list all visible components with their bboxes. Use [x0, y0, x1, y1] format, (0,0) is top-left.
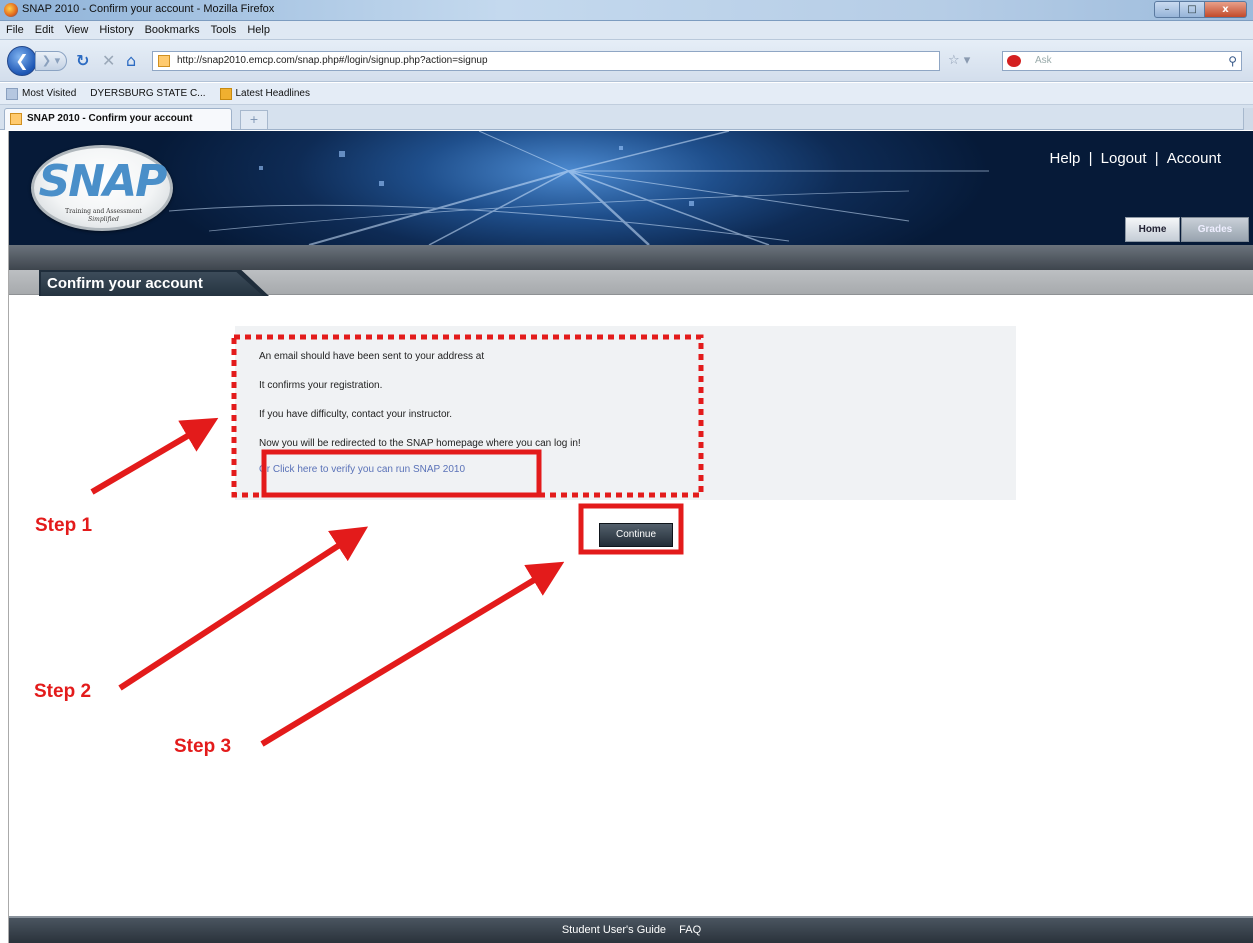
window-controls: – □ x	[1154, 1, 1247, 18]
faq-link[interactable]: FAQ	[679, 924, 701, 936]
site-favicon	[158, 55, 170, 67]
logout-link[interactable]: Logout	[1101, 150, 1147, 167]
bookmark-dyersburg[interactable]: DYERSBURG STATE C...	[8, 88, 206, 226]
bookmark-label: Latest Headlines	[235, 88, 311, 99]
home-icon[interactable]: ⌂	[126, 51, 136, 71]
separator: |	[1154, 150, 1159, 167]
menu-history[interactable]: History	[99, 24, 133, 36]
separator: |	[1088, 150, 1093, 167]
message-email-sent: An email should have been sent to your a…	[259, 351, 485, 362]
logo-tagline-2: Simplified	[88, 216, 119, 223]
url-bar[interactable]: http://snap2010.emcp.com/snap.php#/login…	[152, 51, 940, 71]
verify-link[interactable]: Click here to verify you can run SNAP 20…	[273, 464, 465, 475]
forward-icon[interactable]: ❯ ▾	[35, 51, 67, 71]
page-title: Confirm your account	[41, 272, 263, 296]
reload-icon[interactable]: ↻	[76, 51, 89, 71]
tab-scroll-button[interactable]	[1243, 108, 1253, 130]
bookmark-label: Most Visited	[22, 88, 77, 99]
step2-label: Step 2	[34, 681, 92, 702]
student-guide-link[interactable]: Student User's Guide	[562, 924, 666, 936]
bookmark-folder-icon	[6, 87, 18, 100]
browser-window: SNAP 2010 - Confirm your account - Mozil…	[0, 0, 1253, 943]
menu-bookmarks[interactable]: Bookmarks	[145, 24, 200, 36]
window-title: SNAP 2010 - Confirm your account - Mozil…	[22, 3, 275, 15]
minimize-button[interactable]: –	[1154, 1, 1180, 18]
header-light-rays	[168, 131, 989, 245]
step3-label: Step 3	[174, 736, 232, 757]
menu-help[interactable]: Help	[247, 24, 270, 36]
close-button[interactable]: x	[1205, 1, 1247, 18]
message-difficulty: If you have difficulty, contact your ins…	[259, 409, 453, 420]
title-bar: SNAP 2010 - Confirm your account - Mozil…	[0, 0, 1253, 21]
tab-title: SNAP 2010 - Confirm your account	[27, 113, 193, 124]
snap-logo[interactable]: SNAP Training and Assessment Simplified	[31, 145, 173, 231]
back-icon[interactable]: ❮	[7, 46, 37, 76]
navigation-toolbar: ❮ ❯ ▾ ↻ ✕ ⌂ http://snap2010.emcp.com/sna…	[0, 40, 1253, 82]
verify-prefix: Or	[259, 464, 271, 475]
menu-file[interactable]: File	[6, 24, 24, 36]
stop-icon[interactable]: ✕	[102, 51, 115, 71]
nav-tab-home[interactable]: Home	[1125, 217, 1180, 242]
bookmark-label: DYERSBURG STATE C...	[90, 88, 206, 99]
firefox-icon	[4, 3, 18, 17]
menu-tools[interactable]: Tools	[211, 24, 237, 36]
search-icon[interactable]: ⚲	[1228, 52, 1237, 70]
step1-label: Step 1	[35, 515, 93, 536]
ask-engine-icon[interactable]	[1007, 55, 1021, 67]
logo-tagline: Training and Assessment	[65, 208, 142, 215]
menu-view[interactable]: View	[65, 24, 89, 36]
header-divider-band	[9, 245, 1253, 270]
web-page: SNAP Training and Assessment Simplified …	[8, 131, 1253, 943]
menu-bar: File Edit View History Bookmarks Tools H…	[0, 21, 1253, 40]
bookmark-latest-headlines[interactable]: Latest Headlines	[219, 87, 311, 100]
continue-button[interactable]: Continue	[599, 523, 673, 547]
site-footer: Student User's Guide FAQ	[9, 916, 1253, 943]
help-link[interactable]: Help	[1050, 150, 1081, 167]
search-input[interactable]: Ask ⚲	[1002, 51, 1242, 71]
logo-text: SNAP	[38, 156, 168, 207]
new-tab-button[interactable]: +	[240, 110, 268, 129]
message-confirms: It confirms your registration.	[259, 380, 383, 391]
bookmark-most-visited[interactable]: Most Visited	[6, 87, 77, 100]
site-header: SNAP Training and Assessment Simplified …	[9, 131, 1253, 245]
tab-favicon	[10, 113, 22, 125]
tab-strip: SNAP 2010 - Confirm your account +	[0, 105, 1253, 130]
account-link[interactable]: Account	[1167, 150, 1221, 167]
search-placeholder: Ask	[1035, 55, 1052, 66]
url-text: http://snap2010.emcp.com/snap.php#/login…	[177, 55, 488, 66]
verify-line: Or Click here to verify you can run SNAP…	[259, 464, 465, 475]
bookmarks-toolbar: Most Visited DYERSBURG STATE C... Latest…	[0, 83, 1253, 226]
star-icon[interactable]: ☆ ▾	[948, 51, 970, 71]
message-redirect: Now you will be redirected to the SNAP h…	[259, 438, 581, 449]
maximize-button[interactable]: □	[1180, 1, 1205, 18]
tab-confirm-account[interactable]: SNAP 2010 - Confirm your account	[4, 108, 232, 130]
nav-tab-grades[interactable]: Grades	[1181, 217, 1249, 242]
header-links: Help | Logout | Account	[1046, 150, 1221, 167]
rss-icon	[219, 87, 232, 100]
menu-edit[interactable]: Edit	[35, 24, 54, 36]
